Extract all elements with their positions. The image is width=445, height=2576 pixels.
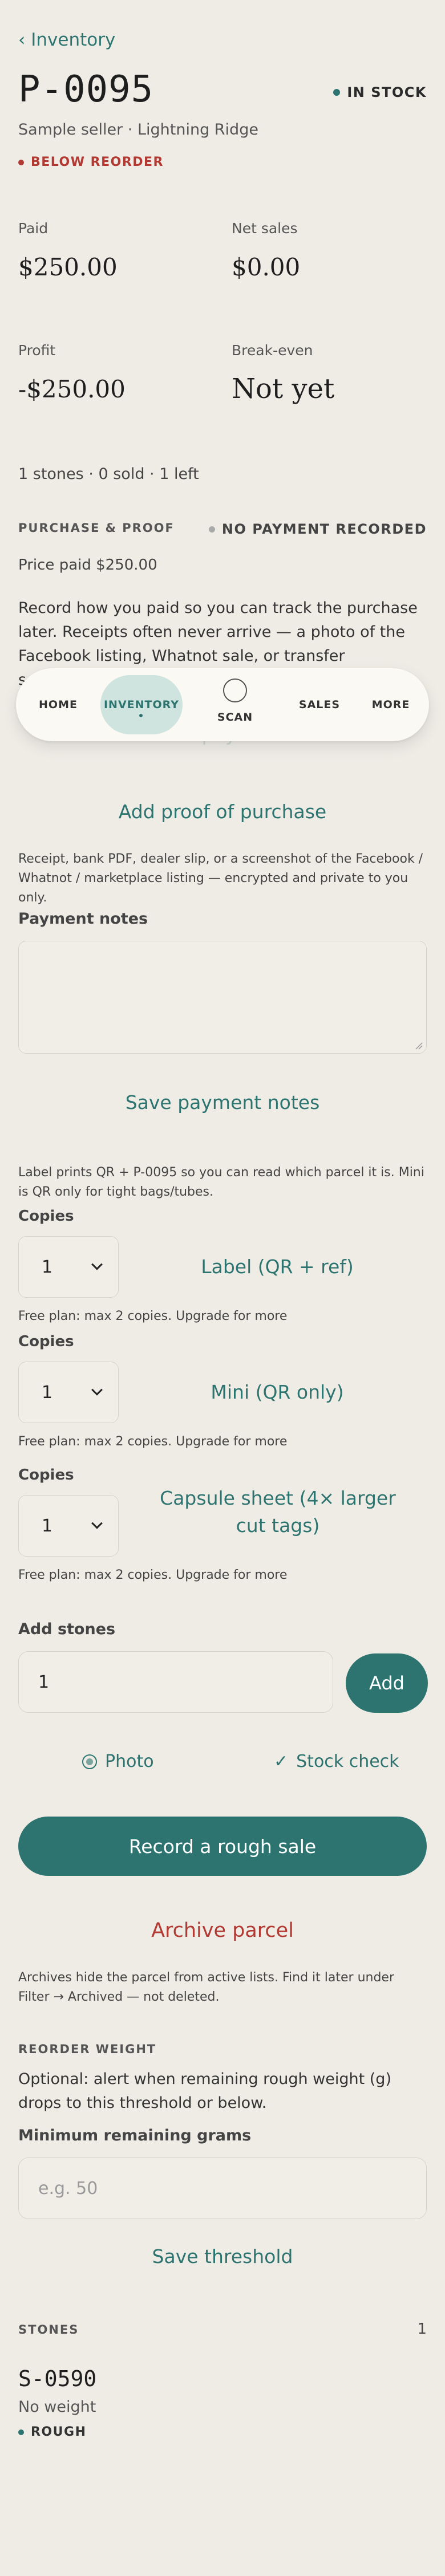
save-threshold-button[interactable]: Save threshold bbox=[0, 2245, 445, 2268]
record-rough-sale-button[interactable]: Record a rough sale bbox=[18, 1817, 427, 1876]
net-sales-label: Net sales bbox=[232, 220, 298, 237]
plan-note: Free plan: max 2 copies. Upgrade for mor… bbox=[18, 1309, 288, 1323]
status-dot-icon bbox=[333, 89, 341, 96]
price-paid: Price paid $250.00 bbox=[18, 556, 157, 574]
check-icon: ✓ bbox=[274, 1752, 289, 1771]
plan-note: Free plan: max 2 copies. Upgrade for mor… bbox=[18, 1568, 288, 1582]
archive-parcel-button[interactable]: Archive parcel bbox=[0, 1919, 445, 1942]
page-title: P-0095 bbox=[18, 68, 154, 111]
copies-label: Copies bbox=[18, 1466, 74, 1484]
status-dot-icon bbox=[208, 526, 215, 533]
print-label-button[interactable]: Label (QR + ref) bbox=[141, 1256, 413, 1278]
plan-note: Free plan: max 2 copies. Upgrade for mor… bbox=[18, 1435, 288, 1449]
status-dot-icon bbox=[18, 2429, 24, 2435]
archive-help-text: Archives hide the parcel from active lis… bbox=[18, 1970, 395, 2004]
break-even-value: Not yet bbox=[232, 373, 335, 405]
min-grams-placeholder: e.g. 50 bbox=[38, 2178, 98, 2199]
save-payment-notes-button[interactable]: Save payment notes bbox=[0, 1091, 445, 1114]
add-stones-button[interactable]: Add bbox=[346, 1653, 428, 1713]
stones-section-title: STONES bbox=[18, 2323, 79, 2337]
stone-type-badge: ROUGH bbox=[18, 2425, 86, 2439]
copies-value: 1 bbox=[42, 1382, 53, 1403]
photo-button[interactable]: Photo bbox=[82, 1752, 154, 1771]
status-badge: IN STOCK bbox=[333, 84, 427, 100]
payment-status-badge: NO PAYMENT RECORDED bbox=[208, 521, 427, 537]
bottom-nav: HOME INVENTORY SCAN SALES MORE bbox=[16, 668, 429, 741]
stone-weight: No weight bbox=[18, 2398, 96, 2416]
purchase-section-title: PURCHASE & PROOF bbox=[18, 521, 175, 535]
payment-notes-input[interactable] bbox=[18, 941, 427, 1054]
chevron-down-icon bbox=[91, 1384, 103, 1396]
payment-notes-label: Payment notes bbox=[18, 910, 148, 928]
parcel-subtitle: Sample seller · Lightning Ridge bbox=[18, 121, 258, 139]
add-stones-label: Add stones bbox=[18, 1620, 116, 1638]
mini-copies-select[interactable]: 1 bbox=[18, 1362, 119, 1423]
stock-check-button[interactable]: ✓ Stock check bbox=[274, 1752, 399, 1771]
add-stones-value: 1 bbox=[38, 1672, 50, 1692]
stone-summary: 1 stones · 0 sold · 1 left bbox=[18, 465, 199, 483]
copies-label: Copies bbox=[18, 1333, 74, 1350]
payment-status-label: NO PAYMENT RECORDED bbox=[221, 521, 427, 537]
capsule-copies-select[interactable]: 1 bbox=[18, 1495, 119, 1557]
profit-value: -$250.00 bbox=[18, 375, 126, 403]
reorder-badge-label: BELOW REORDER bbox=[31, 155, 164, 169]
net-sales-value: $0.00 bbox=[232, 253, 301, 281]
nav-scan[interactable]: SCAN bbox=[204, 681, 266, 754]
print-capsule-sheet-button[interactable]: Capsule sheet (4× larger cut tags) bbox=[149, 1485, 406, 1539]
profit-label: Profit bbox=[18, 342, 56, 359]
add-stones-input[interactable]: 1 bbox=[18, 1651, 333, 1713]
break-even-label: Break-even bbox=[232, 342, 313, 359]
proof-help-text: Receipt, bank PDF, dealer slip, or a scr… bbox=[18, 852, 423, 905]
status-badge-label: IN STOCK bbox=[347, 84, 427, 100]
label-copies-select[interactable]: 1 bbox=[18, 1236, 119, 1298]
min-grams-label: Minimum remaining grams bbox=[18, 2127, 252, 2144]
print-mini-button[interactable]: Mini (QR only) bbox=[141, 1381, 413, 1403]
nav-home[interactable]: HOME bbox=[32, 668, 84, 741]
paid-value: $250.00 bbox=[18, 253, 118, 281]
warning-dot-icon bbox=[18, 159, 24, 165]
stone-type-label: ROUGH bbox=[31, 2425, 87, 2439]
nav-more[interactable]: MORE bbox=[365, 668, 416, 741]
nav-active-dot bbox=[139, 714, 143, 717]
stone-id[interactable]: S-0590 bbox=[18, 2366, 96, 2391]
chevron-down-icon bbox=[91, 1517, 103, 1529]
reorder-section-title: REORDER WEIGHT bbox=[18, 2042, 157, 2056]
paid-label: Paid bbox=[18, 220, 48, 237]
copies-label: Copies bbox=[18, 1208, 74, 1225]
add-proof-button[interactable]: Add proof of purchase bbox=[0, 801, 445, 823]
nav-sales[interactable]: SALES bbox=[289, 668, 350, 741]
resize-grip-icon[interactable] bbox=[415, 1042, 423, 1050]
min-grams-input[interactable]: e.g. 50 bbox=[18, 2157, 427, 2219]
reorder-badge: BELOW REORDER bbox=[18, 155, 164, 169]
photo-button-label: Photo bbox=[105, 1752, 154, 1771]
label-help-text: Label prints QR + P-0095 so you can read… bbox=[18, 1165, 424, 1199]
copies-value: 1 bbox=[42, 1257, 53, 1277]
chevron-down-icon bbox=[91, 1258, 103, 1270]
back-to-inventory-link[interactable]: ‹ Inventory bbox=[18, 30, 115, 50]
stock-check-label: Stock check bbox=[296, 1752, 399, 1771]
reorder-description: Optional: alert when remaining rough wei… bbox=[18, 2070, 391, 2112]
stones-count: 1 bbox=[417, 2321, 427, 2338]
camera-icon bbox=[82, 1754, 97, 1769]
nav-inventory[interactable]: INVENTORY bbox=[100, 668, 183, 741]
copies-value: 1 bbox=[42, 1515, 53, 1536]
